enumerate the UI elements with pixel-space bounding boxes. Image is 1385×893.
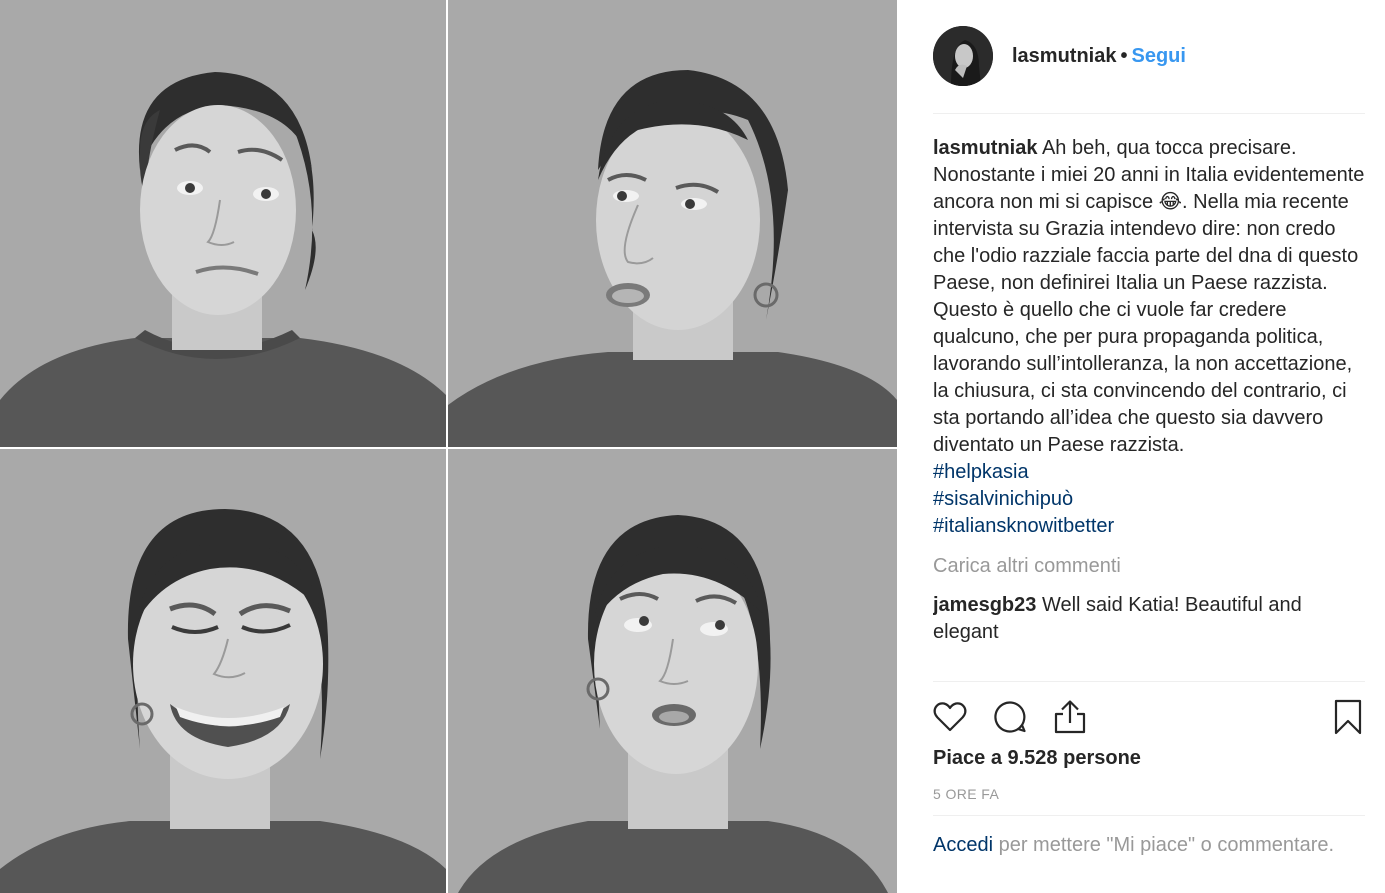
photo-tile-1 <box>0 0 446 447</box>
separator-dot: • <box>1120 45 1128 67</box>
header-line: lasmutniak • Segui <box>1012 45 1186 68</box>
bookmark-icon[interactable] <box>1329 698 1367 736</box>
post-sidebar: lasmutniak • Segui lasmutniak Ah beh, qua … <box>897 0 1385 893</box>
caption-text: Ah beh, qua tocca precisare. Nonostante … <box>933 137 1365 456</box>
avatar[interactable] <box>933 26 993 86</box>
heart-icon[interactable] <box>931 698 969 736</box>
post-media[interactable] <box>0 0 897 893</box>
photo-tile-4 <box>448 449 897 893</box>
username-link[interactable]: lasmutniak <box>1012 45 1116 67</box>
speech-bubble-icon[interactable] <box>991 698 1029 736</box>
comments-section: lasmutniak Ah beh, qua tocca precisare. … <box>933 135 1365 682</box>
login-prompt-text: per mettere "Mi piace" o commentare. <box>993 834 1335 856</box>
login-prompt: Accedi per mettere "Mi piace" o commenta… <box>933 815 1365 859</box>
hashtag-link[interactable]: #italiansknowitbetter <box>933 513 1365 540</box>
photo-tile-2 <box>448 0 897 447</box>
load-more-comments-button[interactable]: Carica altri commenti <box>933 553 1365 580</box>
share-icon[interactable] <box>1051 698 1089 736</box>
login-link[interactable]: Accedi <box>933 834 993 856</box>
likes-count[interactable]: Piace a 9.528 persone <box>933 747 1141 770</box>
post-timestamp: 5 ORE FA <box>933 786 1000 802</box>
action-bar <box>933 681 1365 751</box>
post-header: lasmutniak • Segui <box>933 26 1365 114</box>
follow-button[interactable]: Segui <box>1132 45 1186 67</box>
hashtag-link[interactable]: #helpkasia <box>933 459 1365 486</box>
comment-username[interactable]: jamesgb23 <box>933 594 1036 616</box>
caption: lasmutniak Ah beh, qua tocca precisare. … <box>933 135 1365 540</box>
caption-username[interactable]: lasmutniak <box>933 137 1037 159</box>
hashtag-link[interactable]: #sisalvinichipuò <box>933 486 1365 513</box>
photo-tile-3 <box>0 449 446 893</box>
hashtag-list: #helpkasia #sisalvinichipuò #italianskno… <box>933 459 1365 540</box>
comment-item: jamesgb23 Well said Katia! Beautiful and… <box>933 592 1365 646</box>
